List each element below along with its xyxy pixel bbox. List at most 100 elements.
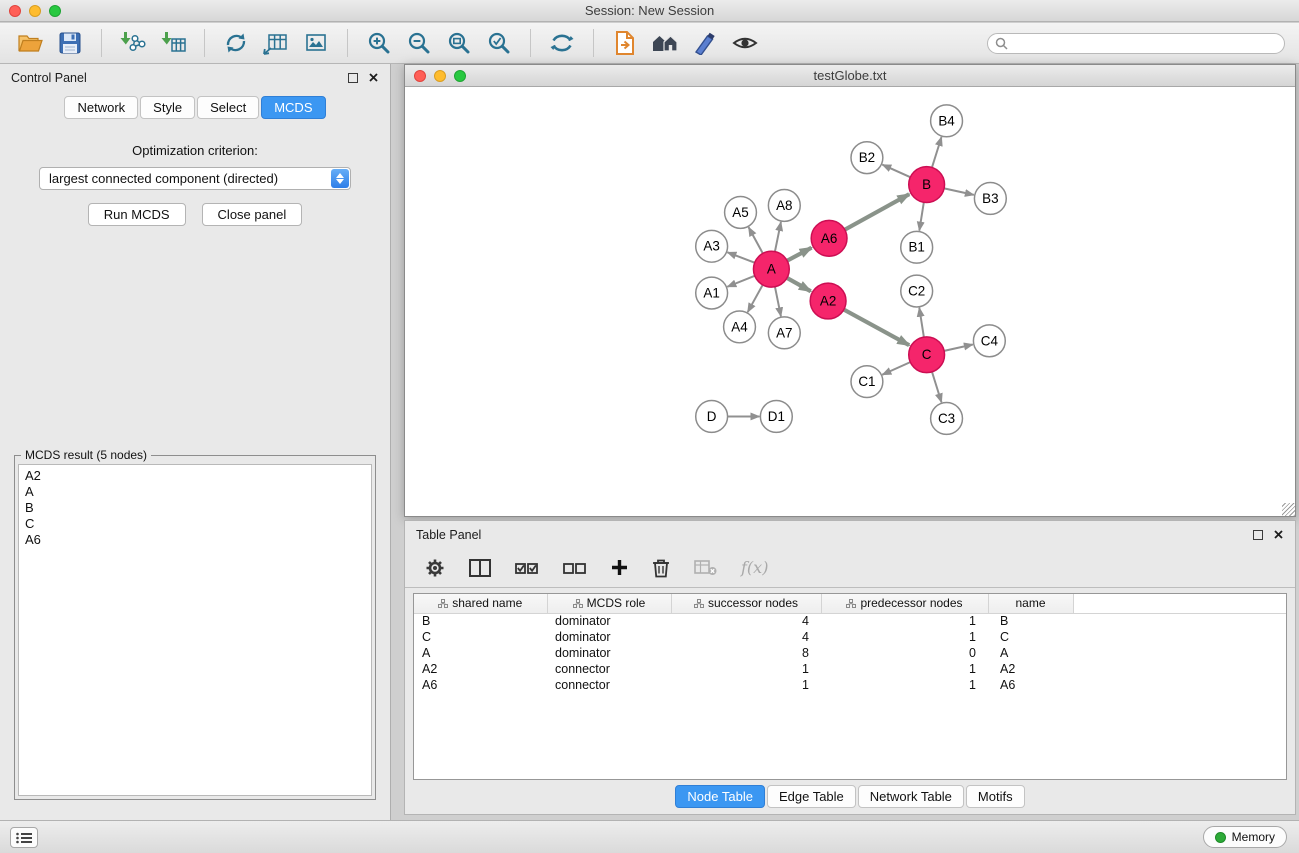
edge-C-C4[interactable] [944, 344, 973, 350]
criterion-dropdown[interactable]: largest connected component (directed) [39, 167, 351, 190]
list-item[interactable]: A [25, 484, 365, 500]
delete-row-button[interactable] [652, 558, 670, 578]
node-A5[interactable]: A5 [725, 196, 757, 228]
tab-node-table[interactable]: Node Table [675, 785, 765, 808]
table-cell[interactable]: dominator [547, 645, 671, 661]
add-row-button[interactable] [611, 559, 628, 576]
tab-motifs[interactable]: Motifs [966, 785, 1025, 808]
column-browser-button[interactable] [469, 559, 491, 577]
edge-A-A6[interactable] [787, 248, 811, 261]
zoom-selected-button[interactable] [483, 27, 515, 59]
tab-network[interactable]: Network [64, 96, 138, 119]
zoom-window-button[interactable] [49, 5, 61, 17]
table-cell[interactable]: A [414, 645, 547, 661]
new-network-button[interactable] [220, 27, 252, 59]
edge-A-A5[interactable] [749, 227, 763, 253]
edge-A-A7[interactable] [775, 287, 781, 317]
edge-A-A3[interactable] [727, 252, 754, 262]
table-cell[interactable]: C [988, 629, 1073, 645]
node-D[interactable]: D [696, 401, 728, 433]
column-header-mcds-role[interactable]: MCDS role [547, 594, 671, 613]
node-B4[interactable]: B4 [931, 105, 963, 137]
edge-A6-B[interactable] [845, 194, 909, 229]
node-C[interactable]: C [909, 337, 945, 373]
edge-B-B4[interactable] [932, 137, 942, 167]
table-cell[interactable]: connector [547, 677, 671, 693]
column-header-shared-name[interactable]: shared name [414, 594, 547, 613]
window-resize-handle[interactable] [1282, 503, 1295, 516]
edge-B-B3[interactable] [944, 188, 974, 194]
minimize-window-button[interactable] [434, 70, 446, 82]
table-settings-button[interactable] [425, 558, 445, 578]
tab-mcds[interactable]: MCDS [261, 96, 325, 119]
close-panel-button[interactable]: Close panel [202, 203, 303, 226]
node-D1[interactable]: D1 [760, 401, 792, 433]
close-window-button[interactable] [414, 70, 426, 82]
close-window-button[interactable] [9, 5, 21, 17]
table-cell[interactable]: A6 [414, 677, 547, 693]
import-table-button[interactable] [157, 27, 189, 59]
annotation-button[interactable] [609, 27, 641, 59]
select-all-button[interactable] [515, 559, 539, 577]
list-item[interactable]: A2 [25, 468, 365, 484]
edge-C-C3[interactable] [932, 372, 942, 402]
run-mcds-button[interactable]: Run MCDS [88, 203, 186, 226]
node-C1[interactable]: C1 [851, 366, 883, 398]
column-header-name[interactable]: name [988, 594, 1073, 613]
node-B1[interactable]: B1 [901, 231, 933, 263]
apply-layout-button[interactable] [546, 27, 578, 59]
table-cell[interactable]: 1 [821, 677, 988, 693]
table-cell[interactable]: dominator [547, 629, 671, 645]
node-B[interactable]: B [909, 167, 945, 203]
table-cell[interactable]: B [988, 613, 1073, 629]
edge-C-C1[interactable] [882, 362, 910, 375]
zoom-out-button[interactable] [403, 27, 435, 59]
save-session-button[interactable] [54, 27, 86, 59]
tab-network-table[interactable]: Network Table [858, 785, 964, 808]
node-A6[interactable]: A6 [811, 220, 847, 256]
tab-edge-table[interactable]: Edge Table [767, 785, 856, 808]
edge-A-A1[interactable] [727, 276, 754, 287]
node-A2[interactable]: A2 [810, 283, 846, 319]
node-A7[interactable]: A7 [768, 317, 800, 349]
edge-A-A2[interactable] [787, 278, 811, 291]
table-cell[interactable]: A2 [414, 661, 547, 677]
export-image-button[interactable] [300, 27, 332, 59]
edge-A2-C[interactable] [844, 310, 909, 346]
home-button[interactable] [649, 27, 681, 59]
table-cell[interactable]: 1 [821, 613, 988, 629]
table-cell[interactable]: 1 [671, 677, 821, 693]
tab-style[interactable]: Style [140, 96, 195, 119]
node-C2[interactable]: C2 [901, 275, 933, 307]
table-cell[interactable]: dominator [547, 613, 671, 629]
new-table-button[interactable] [260, 27, 292, 59]
minimize-window-button[interactable] [29, 5, 41, 17]
list-item[interactable]: C [25, 516, 365, 532]
open-session-button[interactable] [14, 27, 46, 59]
edge-B-B1[interactable] [919, 202, 923, 230]
zoom-in-button[interactable] [363, 27, 395, 59]
float-panel-icon[interactable] [348, 73, 358, 83]
edge-A-A8[interactable] [775, 222, 781, 252]
table-cell[interactable]: 1 [821, 629, 988, 645]
delete-table-button[interactable] [694, 560, 717, 576]
table-row[interactable]: A6connector11A6 [414, 677, 1286, 693]
function-builder-button[interactable]: f(x) [741, 558, 768, 577]
node-C4[interactable]: C4 [973, 325, 1005, 357]
table-cell[interactable]: 4 [671, 629, 821, 645]
node-A1[interactable]: A1 [696, 277, 728, 309]
table-row[interactable]: Adominator80A [414, 645, 1286, 661]
table-cell[interactable]: 1 [821, 661, 988, 677]
table-cell[interactable]: A6 [988, 677, 1073, 693]
table-cell[interactable]: C [414, 629, 547, 645]
node-A[interactable]: A [753, 251, 789, 287]
table-cell[interactable]: 4 [671, 613, 821, 629]
node-B3[interactable]: B3 [974, 183, 1006, 215]
style-brush-button[interactable] [689, 27, 721, 59]
zoom-fit-button[interactable] [443, 27, 475, 59]
node-A3[interactable]: A3 [696, 230, 728, 262]
column-header-successor-nodes[interactable]: successor nodes [671, 594, 821, 613]
tab-select[interactable]: Select [197, 96, 259, 119]
table-cell[interactable]: 8 [671, 645, 821, 661]
table-cell[interactable]: A [988, 645, 1073, 661]
